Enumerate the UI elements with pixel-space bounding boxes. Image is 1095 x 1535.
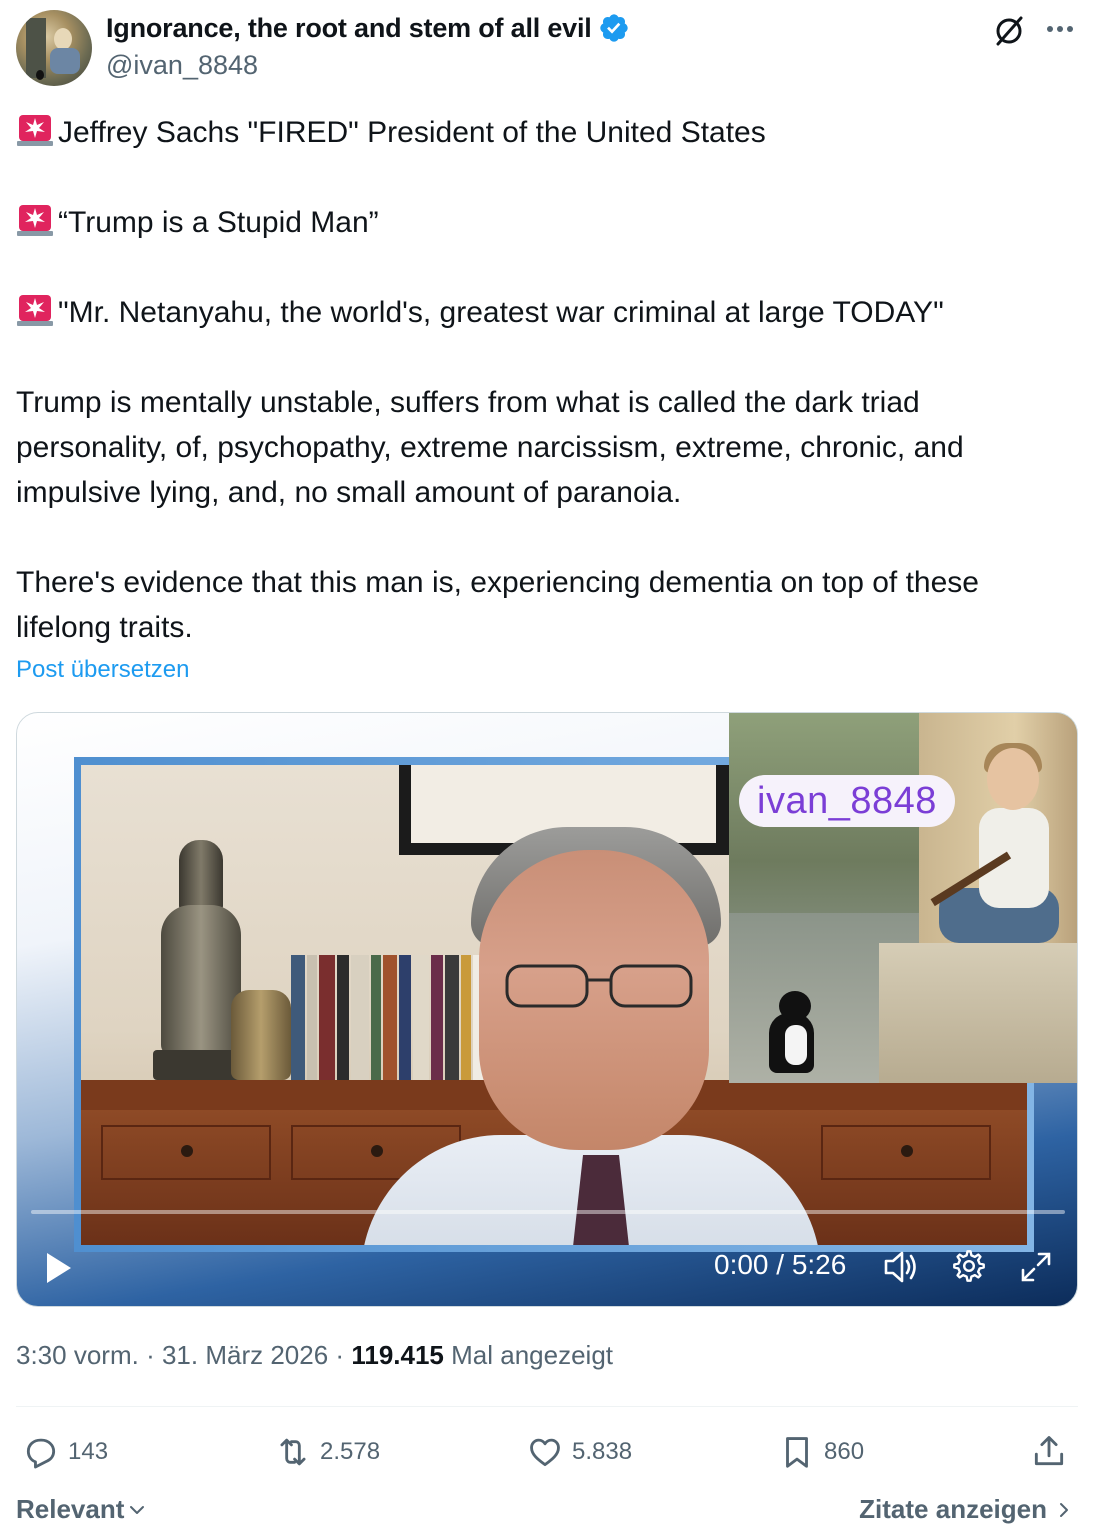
more-options-icon[interactable] [1042, 14, 1078, 44]
chevron-down-icon [130, 1505, 145, 1514]
verified-badge-icon [599, 14, 628, 42]
settings-gear-icon[interactable] [951, 1248, 987, 1284]
video-inset-image [729, 713, 1077, 1083]
play-icon[interactable] [41, 1249, 75, 1287]
bookmark-button[interactable]: 860 [778, 1432, 864, 1472]
tweet-date[interactable]: 31. März 2026 [162, 1340, 328, 1370]
tweet-line: “Trump is a Stupid Man” [16, 200, 1078, 245]
divider [16, 1406, 1078, 1407]
repost-icon [280, 1438, 306, 1466]
tweet-paragraph: Trump is mentally unstable, suffers from… [16, 386, 964, 509]
tweet-paragraph: There's evidence that this man is, exper… [16, 566, 979, 644]
tweet-text: Jeffrey Sachs "FIRED" President of the U… [16, 110, 1078, 650]
fullscreen-icon[interactable] [1019, 1250, 1053, 1284]
views-count: 119.415 [351, 1340, 444, 1370]
reply-icon [26, 1438, 56, 1469]
meta-separator: · [335, 1340, 345, 1370]
heart-icon [530, 1438, 560, 1467]
bookmark-count: 860 [824, 1438, 865, 1465]
view-quotes-link[interactable]: Zitate anzeigen [859, 1494, 1073, 1525]
sort-label: Relevant [16, 1494, 125, 1524]
tweet-line-text: "Mr. Netanyahu, the world's, greatest wa… [58, 296, 944, 329]
like-count: 5.838 [572, 1438, 633, 1465]
grok-icon[interactable] [992, 14, 1026, 48]
tweet-detail: Ignorance, the root and stem of all evil… [0, 0, 1095, 1535]
reply-button[interactable]: 143 [22, 1432, 108, 1472]
meta-separator: · [146, 1340, 155, 1370]
volume-icon[interactable] [882, 1249, 920, 1285]
author-name-row[interactable]: Ignorance, the root and stem of all evil [106, 12, 630, 44]
siren-emoji-icon [17, 295, 53, 326]
bookmark-icon [786, 1437, 808, 1468]
tweet-line: "Mr. Netanyahu, the world's, greatest wa… [16, 290, 1078, 335]
translate-link[interactable]: Post übersetzen [16, 656, 189, 684]
video-player[interactable]: ivan_8848 0:00 / 5:26 [16, 712, 1078, 1307]
author-handle[interactable]: @ivan_8848 [106, 50, 258, 81]
share-icon[interactable] [1030, 1432, 1068, 1470]
tweet-time[interactable]: 3:30 vorm. [16, 1340, 139, 1370]
siren-emoji-icon [17, 205, 53, 236]
tweet-line-text: “Trump is a Stupid Man” [58, 206, 379, 239]
views-label: Mal angezeigt [451, 1340, 614, 1370]
author-display-name[interactable]: Ignorance, the root and stem of all evil [106, 13, 592, 44]
like-button[interactable]: 5.838 [526, 1432, 632, 1472]
video-time: 0:00 / 5:26 [714, 1249, 847, 1280]
tweet-line-text: Jeffrey Sachs "FIRED" President of the U… [58, 116, 766, 149]
repost-count: 2.578 [320, 1438, 381, 1465]
chevron-right-icon [1060, 1502, 1068, 1517]
quotes-label: Zitate anzeigen [859, 1494, 1047, 1524]
sort-replies-dropdown[interactable]: Relevant [16, 1494, 148, 1525]
tweet-line: Jeffrey Sachs "FIRED" President of the U… [16, 110, 1078, 155]
avatar[interactable] [16, 10, 92, 86]
tweet-meta: 3:30 vorm. · 31. März 2026 · 119.415 Mal… [16, 1340, 613, 1371]
video-progress-bar[interactable] [31, 1210, 1065, 1214]
reply-count: 143 [68, 1438, 109, 1465]
repost-button[interactable]: 2.578 [274, 1432, 380, 1472]
siren-emoji-icon [17, 115, 53, 146]
video-watermark: ivan_8848 [739, 775, 955, 827]
